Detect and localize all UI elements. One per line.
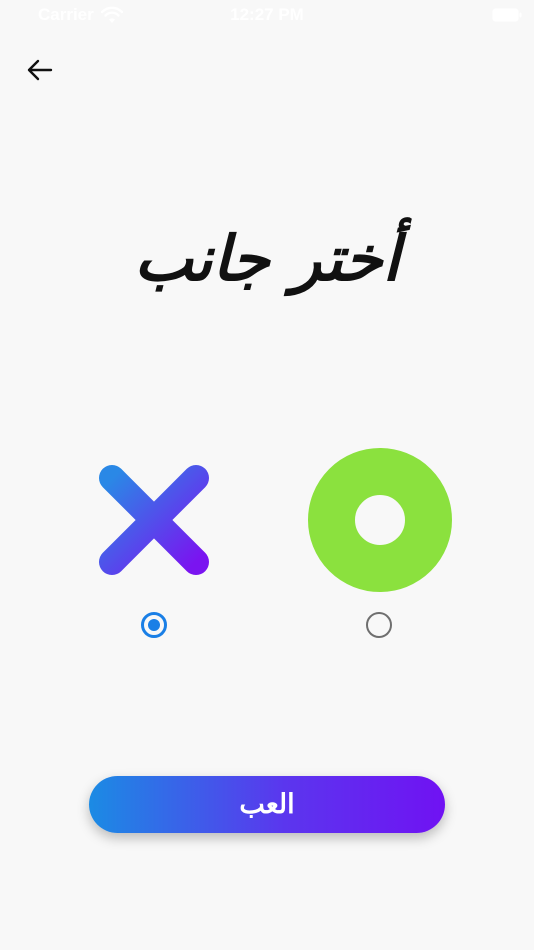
side-option-o[interactable] [308, 448, 452, 592]
back-button[interactable] [20, 50, 60, 90]
x-mark-icon [99, 465, 209, 575]
side-option-x[interactable] [94, 460, 214, 580]
choose-side-screen: Carrier 12:27 PM أختر جانب العب [0, 0, 534, 950]
status-bar: Carrier 12:27 PM [0, 0, 534, 30]
arrow-left-icon [27, 59, 53, 81]
ring-icon [308, 448, 452, 592]
radio-o-unselected[interactable] [366, 612, 392, 638]
battery-icon [492, 8, 522, 22]
radio-dot [148, 619, 160, 631]
status-time: 12:27 PM [230, 5, 304, 24]
play-button[interactable]: العب [89, 776, 445, 833]
page-title: أختر جانب [134, 222, 400, 295]
radio-x-selected[interactable] [141, 612, 167, 638]
